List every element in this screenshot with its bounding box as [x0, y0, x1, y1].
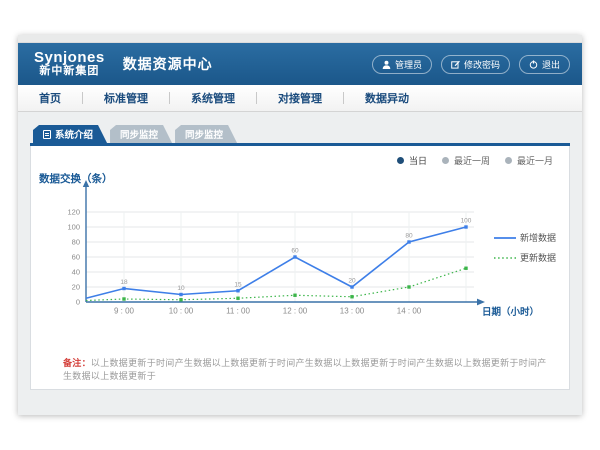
- data-point-label: 18: [120, 279, 128, 286]
- header-actions: 管理员 修改密码 退出: [372, 43, 570, 85]
- tab-system-intro[interactable]: 系统介绍: [33, 125, 107, 143]
- tab-sync-monitor-2[interactable]: 同步监控: [175, 125, 237, 143]
- change-password-button[interactable]: 修改密码: [441, 55, 510, 74]
- svg-text:11 : 00: 11 : 00: [226, 307, 250, 316]
- svg-text:13 : 00: 13 : 00: [340, 307, 365, 316]
- radio-label: 最近一月: [517, 154, 553, 167]
- data-point-label: 80: [405, 233, 413, 240]
- nav-item-standard-mgmt[interactable]: 标准管理: [83, 90, 169, 106]
- data-point-label: 20: [348, 278, 356, 285]
- svg-text:40: 40: [72, 268, 80, 277]
- logout-label: 退出: [542, 58, 560, 71]
- tab-bar: 系统介绍 同步监控 同步监控: [33, 125, 237, 143]
- svg-text:新增数据: 新增数据: [520, 232, 556, 243]
- radio-dot-icon: [397, 157, 404, 164]
- data-point-marker: [407, 240, 410, 243]
- data-point-marker: [236, 289, 239, 292]
- logo-text-cn: 新中新集团: [34, 66, 105, 78]
- data-point-marker: [293, 255, 296, 258]
- company-logo: Synjones 新中新集团: [34, 50, 105, 77]
- main-nav: 首页 标准管理 系统管理 对接管理 数据异动: [18, 85, 582, 112]
- nav-item-home[interactable]: 首页: [18, 90, 82, 106]
- admin-user-label: 管理员: [395, 58, 422, 71]
- data-point-label: 60: [291, 248, 299, 255]
- radio-last-week[interactable]: 最近一周: [442, 154, 490, 167]
- content-card: 系统介绍 同步监控 同步监控 当日 最近一周: [30, 125, 570, 390]
- radio-last-month[interactable]: 最近一月: [505, 154, 553, 167]
- svg-text:12 : 00: 12 : 00: [283, 307, 308, 316]
- data-point-marker: [122, 297, 125, 300]
- svg-text:80: 80: [72, 238, 80, 247]
- data-point-marker: [407, 285, 410, 288]
- window-top-strip: [18, 35, 582, 43]
- radio-today[interactable]: 当日: [397, 154, 427, 167]
- chart-grid: [86, 212, 474, 302]
- svg-text:9 : 00: 9 : 00: [114, 307, 135, 316]
- tab-label: 同步监控: [185, 127, 223, 141]
- tab-label: 同步监控: [120, 127, 158, 141]
- svg-text:10 : 00: 10 : 00: [169, 307, 194, 316]
- svg-text:60: 60: [72, 253, 80, 262]
- tab-sync-monitor-1[interactable]: 同步监控: [110, 125, 172, 143]
- radio-dot-icon: [442, 157, 449, 164]
- nav-item-system-mgmt[interactable]: 系统管理: [170, 90, 256, 106]
- data-point-label: 10: [177, 285, 185, 292]
- page-title: 数据资源中心: [123, 54, 213, 74]
- x-axis-title: 日期（小时）: [482, 306, 539, 318]
- footnote: 备注：以上数据更新于时间产生数据以上数据更新于时间产生数据以上数据更新于时间产生…: [63, 356, 555, 382]
- data-point-marker: [464, 267, 467, 270]
- data-point-marker: [179, 298, 182, 301]
- change-password-label: 修改密码: [464, 58, 500, 71]
- app-window: Synjones 新中新集团 数据资源中心 管理员 修改密码 退出 首页 标准管…: [18, 35, 582, 415]
- data-point-marker: [464, 225, 467, 228]
- footnote-text: 以上数据更新于时间产生数据以上数据更新于时间产生数据以上数据更新于时间产生数据以…: [63, 358, 547, 381]
- svg-text:14 : 00: 14 : 00: [397, 307, 422, 316]
- data-point-marker: [350, 285, 353, 288]
- card-body: 当日 最近一周 最近一月 0 20 40 60 80 100 120 9 : 00 10 : 0…: [30, 146, 570, 390]
- logout-button[interactable]: 退出: [519, 55, 570, 74]
- admin-user-button[interactable]: 管理员: [372, 55, 432, 74]
- svg-text:20: 20: [72, 283, 80, 292]
- chart-legend: 新增数据更新数据: [494, 232, 556, 263]
- svg-text:100: 100: [67, 223, 80, 232]
- data-point-marker: [293, 294, 296, 297]
- time-range-filter: 当日 最近一周 最近一月: [397, 154, 553, 167]
- document-icon: [43, 130, 51, 139]
- header-bar: Synjones 新中新集团 数据资源中心 管理员 修改密码 退出: [18, 43, 582, 85]
- data-point-marker: [179, 293, 182, 296]
- data-point-marker: [350, 295, 353, 298]
- person-icon: [382, 60, 391, 69]
- logo-text-en: Synjones: [34, 50, 105, 66]
- power-icon: [529, 60, 538, 69]
- x-axis-arrow-icon: [477, 299, 485, 306]
- data-point-marker: [122, 287, 125, 290]
- edit-icon: [451, 60, 460, 69]
- data-exchange-line-chart: 0 20 40 60 80 100 120 9 : 00 10 : 00 11 : 00 12 : …: [36, 170, 556, 330]
- nav-item-data-changes[interactable]: 数据异动: [344, 90, 430, 106]
- svg-text:更新数据: 更新数据: [520, 252, 556, 263]
- radio-label: 当日: [409, 154, 427, 167]
- tab-label: 系统介绍: [55, 127, 93, 141]
- nav-item-integration-mgmt[interactable]: 对接管理: [257, 90, 343, 106]
- data-point-marker: [236, 297, 239, 300]
- radio-label: 最近一周: [454, 154, 490, 167]
- chart-tick-labels: 0 20 40 60 80 100 120 9 : 00 10 : 00 11 : 00 12 : …: [67, 208, 421, 316]
- svg-text:120: 120: [67, 208, 80, 217]
- series-new-data: 18 10 15 60 20 80 100: [86, 218, 472, 299]
- y-axis-title: 数据交换（条）: [38, 172, 113, 185]
- data-point-label: 100: [461, 218, 472, 225]
- data-point-label: 15: [234, 281, 242, 288]
- svg-text:0: 0: [76, 298, 80, 307]
- radio-dot-icon: [505, 157, 512, 164]
- footnote-prefix: 备注：: [63, 358, 91, 368]
